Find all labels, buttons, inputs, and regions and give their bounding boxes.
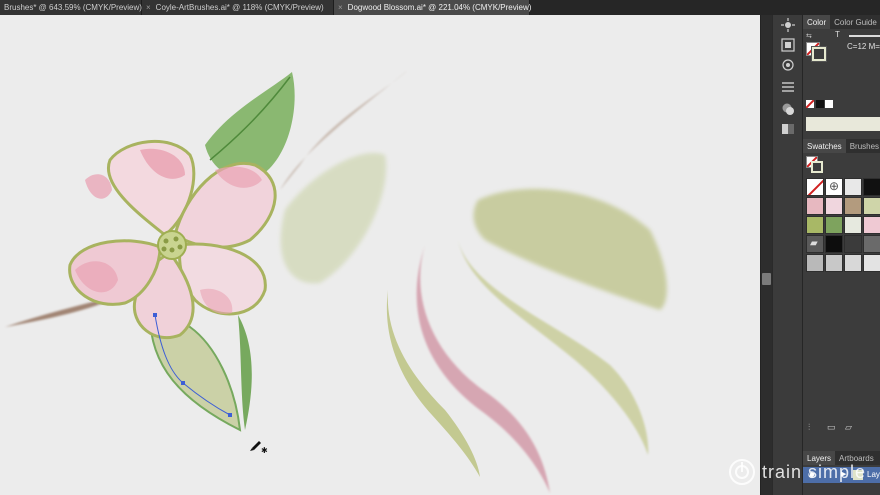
graphic-styles-icon[interactable] — [779, 57, 797, 73]
appearance-icon[interactable] — [779, 101, 797, 117]
watermark-text: train simple — [762, 461, 867, 482]
swatch[interactable] — [844, 216, 862, 234]
anchor-point[interactable] — [153, 313, 157, 317]
artwork: ✱ — [5, 70, 667, 493]
swatch-stroke[interactable] — [811, 161, 823, 173]
anchor-point[interactable] — [181, 381, 185, 385]
olive-wash-stroke[interactable] — [473, 188, 667, 310]
tab-color[interactable]: Color — [803, 15, 831, 29]
watermark-logo-icon — [729, 459, 755, 485]
flower-center-dot — [163, 238, 169, 244]
stroke-swatch[interactable] — [812, 47, 826, 61]
swatch[interactable] — [844, 197, 862, 215]
flower-center-dot — [173, 236, 179, 242]
flower-center-dot — [177, 244, 183, 250]
tab-color-guide[interactable]: Color Guide — [830, 15, 880, 29]
swatch[interactable] — [806, 178, 824, 196]
panel-icon-strip — [772, 15, 802, 495]
flower-center-dot — [169, 247, 175, 253]
scrollbar-thumb[interactable] — [762, 273, 771, 285]
close-icon[interactable]: × — [338, 3, 343, 12]
swatch[interactable] — [863, 178, 880, 196]
swatch[interactable] — [806, 216, 824, 234]
green-wash-small[interactable] — [280, 153, 387, 284]
swatch[interactable] — [863, 216, 880, 234]
swatch[interactable] — [825, 254, 843, 272]
svg-text:✱: ✱ — [261, 446, 268, 455]
swatch[interactable]: ⊕ — [825, 178, 843, 196]
swatch[interactable] — [825, 235, 843, 253]
swatch[interactable]: ▰ — [806, 235, 824, 253]
transparency-icon[interactable] — [779, 121, 797, 137]
canvas-scrollbar[interactable] — [760, 15, 772, 495]
menu-lines-icon[interactable] — [779, 79, 797, 95]
layer-name[interactable]: Lay — [867, 470, 880, 479]
tab-brushes[interactable]: Brushes — [846, 139, 880, 153]
swatch[interactable] — [844, 178, 862, 196]
swatch[interactable] — [806, 197, 824, 215]
swatch[interactable] — [863, 235, 880, 253]
color-slider[interactable] — [849, 35, 880, 37]
leaf-stem[interactable] — [238, 315, 252, 430]
color-spectrum-bar[interactable] — [806, 117, 880, 131]
tab-dogwood-blossom[interactable]: × Dogwood Blossom.ai* @ 221.04% (CMYK/Pr… — [334, 0, 532, 15]
swatch[interactable] — [844, 254, 862, 272]
petal-pink-tip — [85, 174, 112, 199]
tab-swatches[interactable]: Swatches — [803, 139, 846, 153]
document-tab-label: Dogwood Blossom.ai* @ 221.04% (CMYK/Prev… — [347, 3, 532, 12]
swatch[interactable] — [806, 254, 824, 272]
artboard-canvas[interactable]: ✱ — [0, 15, 760, 495]
document-tab-label: Coyle-ArtBrushes.ai* @ 118% (CMYK/Previe… — [155, 3, 324, 12]
artboard-icon[interactable] — [779, 37, 797, 53]
swatch[interactable] — [863, 254, 880, 272]
folder-icon[interactable]: ▱ — [845, 422, 852, 433]
swatch-grid: ⊕ ▰ — [806, 178, 880, 278]
tab-coyle-artbrushes[interactable]: × Coyle-ArtBrushes.ai* @ 118% (CMYK/Prev… — [142, 0, 334, 15]
swatch[interactable] — [863, 197, 880, 215]
panel-dock: Color Color Guide ⇆ T C=12 M=2 Swatches … — [802, 15, 880, 495]
document-tab-label: Brushes* @ 643.59% (CMYK/Preview) — [4, 3, 142, 12]
swatch[interactable] — [825, 197, 843, 215]
text-color-icon[interactable]: T — [835, 30, 840, 39]
swatch-library-icon[interactable]: ⫶ — [808, 422, 810, 433]
close-icon[interactable]: × — [146, 3, 151, 12]
tab-brushes[interactable]: Brushes* @ 643.59% (CMYK/Preview) — [0, 0, 142, 15]
swap-icon[interactable]: ⇆ — [806, 32, 814, 40]
swatch[interactable] — [844, 235, 862, 253]
dogwood-flower[interactable] — [68, 139, 277, 340]
watermark: train simple — [728, 458, 866, 486]
swatch[interactable] — [825, 216, 843, 234]
black-swatch-mini[interactable] — [816, 100, 824, 108]
sun-icon[interactable] — [779, 17, 797, 33]
color-panel-tabs: Color Color Guide — [803, 15, 880, 29]
flower-center-dot — [161, 246, 167, 252]
brush-cursor-icon: ✱ — [250, 441, 268, 455]
none-swatch-icon[interactable] — [806, 100, 814, 108]
document-tab-bar: Brushes* @ 643.59% (CMYK/Preview) × Coyl… — [0, 0, 880, 15]
swatches-panel-tabs: Swatches Brushes — [803, 139, 880, 153]
flower-center[interactable] — [157, 230, 187, 260]
new-color-group-icon[interactable]: ▭ — [827, 422, 836, 433]
anchor-point[interactable] — [228, 413, 232, 417]
white-swatch-mini[interactable] — [825, 100, 833, 108]
cmyk-readout: C=12 M=2 — [847, 42, 880, 51]
